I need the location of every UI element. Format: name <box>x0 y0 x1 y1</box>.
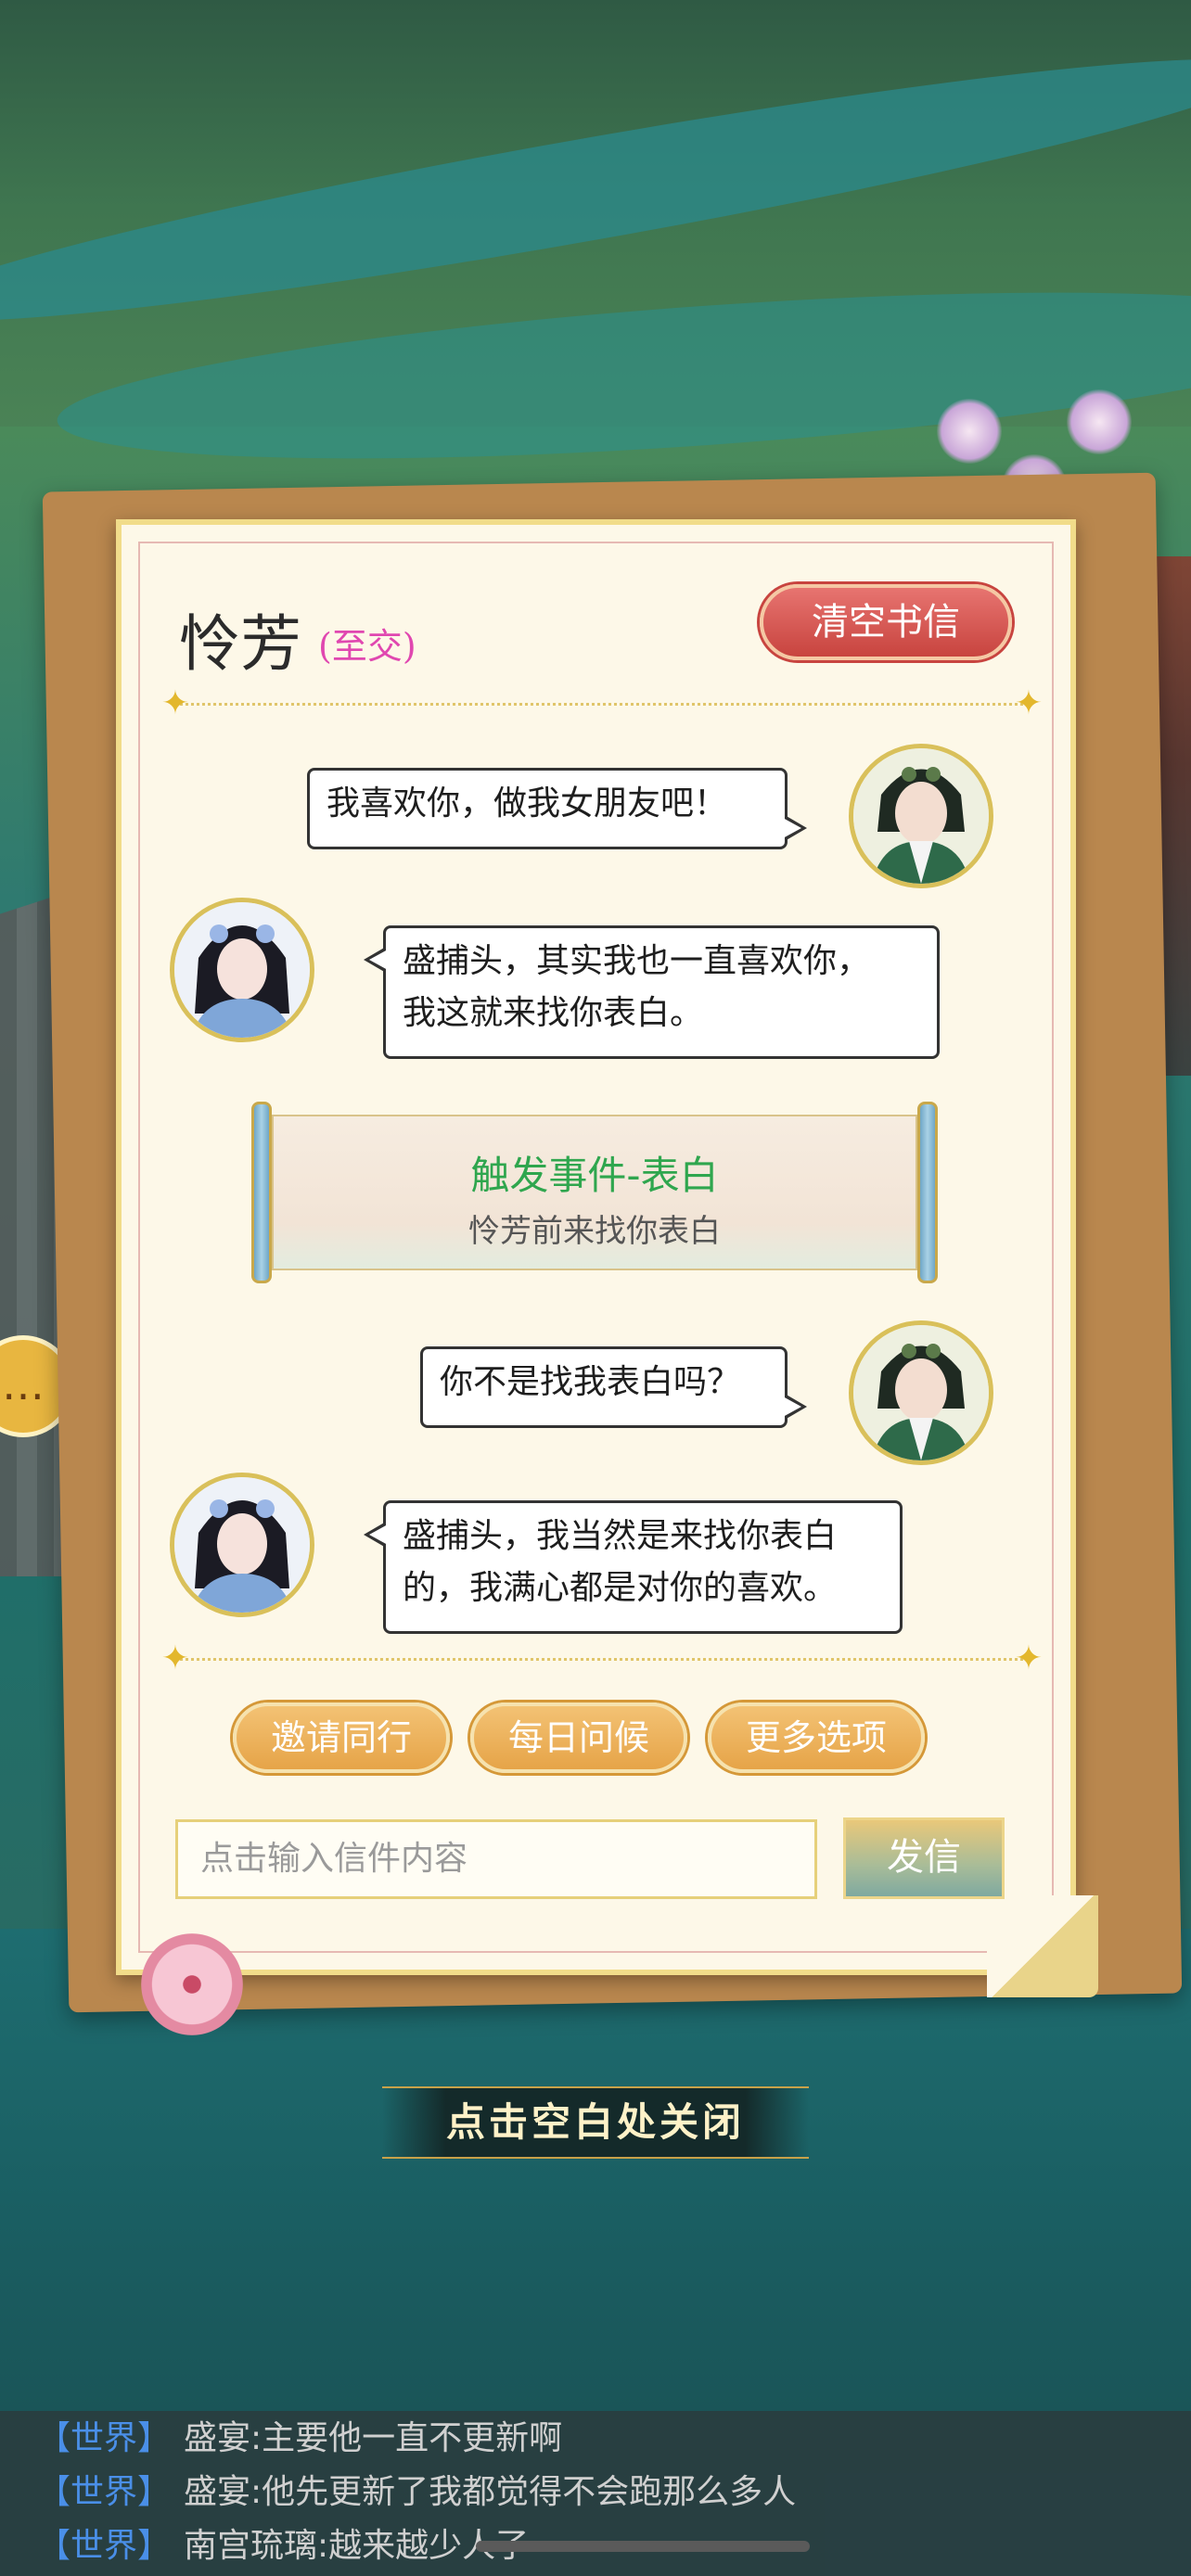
contact-portrait-icon <box>174 902 310 1038</box>
message-text-line: 的，我满心都是对你的喜欢。 <box>403 1569 838 1607</box>
sparkle-icon: ✦ <box>160 1639 190 1677</box>
message-bubble-contact: 盛捕头，我当然是来找你表白 的，我满心都是对你的喜欢。 <box>364 1500 903 1634</box>
invite-button[interactable]: 邀请同行 <box>233 1702 450 1773</box>
message-text-line: 我这就来找你表白。 <box>403 994 704 1032</box>
event-title: 触发事件-表白 <box>470 1153 719 1198</box>
letter-input[interactable]: 点击输入信件内容 <box>175 1819 817 1899</box>
letter-panel: 怜芳 (至交) 清空书信 ✦ ✦ 我喜欢你，做我女朋友吧！ 盛捕头，其实我也一直… <box>116 519 1098 1997</box>
message-text-line: 盛捕头，其实我也一直喜欢你， <box>403 942 871 980</box>
plum-blossom-icon <box>937 399 1002 464</box>
plum-blossom-icon <box>141 1933 243 2035</box>
sparkle-icon: ✦ <box>1014 1639 1044 1677</box>
player-portrait-icon <box>853 748 989 884</box>
sparkle-icon: ✦ <box>1014 684 1044 722</box>
world-chat-line: 【世界】 盛宴:主要他一直不更新啊 <box>37 2411 562 2467</box>
clear-letters-button[interactable]: 清空书信 <box>760 584 1012 660</box>
chat-sender: 盛宴: <box>184 2419 263 2457</box>
scroll-roller <box>917 1102 938 1283</box>
home-indicator[interactable] <box>476 2541 810 2552</box>
chat-sender: 南宫琉璃: <box>184 2527 329 2565</box>
send-button[interactable]: 发信 <box>843 1817 1005 1899</box>
footer-divider: ✦ ✦ <box>161 1642 1043 1676</box>
player-avatar[interactable] <box>849 1320 993 1465</box>
chat-sender: 盛宴: <box>184 2473 263 2511</box>
chat-message: 主要他一直不更新啊 <box>262 2419 563 2457</box>
relationship-label: (至交) <box>318 626 416 667</box>
page-curl <box>987 1895 1098 1997</box>
close-hint[interactable]: 点击空白处关闭 <box>382 2086 809 2159</box>
contact-avatar[interactable] <box>170 898 314 1042</box>
chat-message: 他先更新了我都觉得不会跑那么多人 <box>262 2473 797 2511</box>
channel-tag: 【世界】 <box>37 2419 172 2457</box>
event-paper: 触发事件-表白 怜芳前来找你表白 <box>272 1115 917 1270</box>
channel-tag: 【世界】 <box>37 2527 172 2565</box>
more-options-button[interactable]: 更多选项 <box>708 1702 925 1773</box>
event-scroll: 触发事件-表白 怜芳前来找你表白 <box>251 1102 938 1283</box>
event-description: 怜芳前来找你表白 <box>468 1213 721 1250</box>
channel-tag: 【世界】 <box>37 2473 172 2511</box>
contact-avatar[interactable] <box>170 1473 314 1617</box>
player-avatar[interactable] <box>849 744 993 888</box>
contact-name: 怜芳 <box>179 608 301 680</box>
world-chat-line: 【世界】 南宫琉璃:越来越少人了 <box>37 2519 529 2574</box>
world-chat-line: 【世界】 盛宴:他先更新了我都觉得不会跑那么多人 <box>37 2465 796 2520</box>
message-bubble-contact: 盛捕头，其实我也一直喜欢你， 我这就来找你表白。 <box>364 925 940 1059</box>
message-text: 你不是找我表白吗？ <box>440 1363 741 1401</box>
player-portrait-icon <box>853 1325 989 1460</box>
message-text-line: 盛捕头，我当然是来找你表白 <box>403 1517 838 1555</box>
header-divider: ✦ ✦ <box>161 687 1043 721</box>
scroll-roller <box>251 1102 272 1283</box>
daily-greeting-button[interactable]: 每日问候 <box>470 1702 687 1773</box>
contact-portrait-icon <box>174 1477 310 1613</box>
message-text: 我喜欢你，做我女朋友吧！ <box>327 784 728 823</box>
message-bubble-player: 你不是找我表白吗？ <box>420 1346 807 1428</box>
plum-blossom-icon <box>1067 389 1132 454</box>
sparkle-icon: ✦ <box>160 684 190 722</box>
message-bubble-player: 我喜欢你，做我女朋友吧！ <box>307 768 807 849</box>
